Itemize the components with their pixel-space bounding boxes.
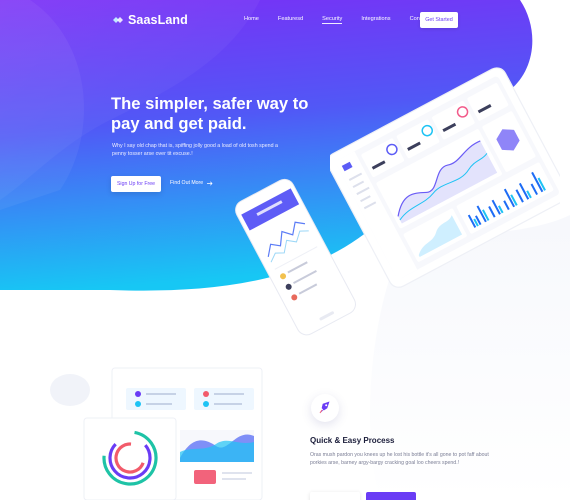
feature-icon-badge (311, 394, 339, 422)
nav-item-home[interactable]: Home (244, 16, 259, 22)
find-out-more-link[interactable]: Find Out More (170, 180, 213, 186)
rocket-icon (319, 401, 330, 414)
get-started-button[interactable]: Get Started (420, 12, 458, 28)
hero-title: The simpler, safer way to pay and get pa… (111, 94, 309, 133)
top-navigation: SaasLand Home Featuresd Security Integra… (0, 0, 570, 44)
feature-description: Oras mush pardon you knees up he lost hi… (310, 452, 489, 467)
phone-mockup (235, 178, 356, 336)
logo[interactable]: SaasLand (112, 13, 188, 27)
sign-up-button[interactable]: Sign Up for Free (111, 176, 161, 192)
feature-title: Quick & Easy Process (310, 436, 395, 445)
nav-item-security[interactable]: Security (322, 16, 343, 24)
hero-description: Why I say old chap that is, spiffing jol… (112, 143, 278, 157)
feature-secondary-button[interactable] (310, 492, 360, 500)
nav-item-featuresd[interactable]: Featuresd (278, 16, 303, 22)
arrow-right-icon (207, 181, 213, 185)
feature-primary-button[interactable] (366, 492, 416, 500)
brand-name: SaasLand (128, 13, 188, 27)
logo-icon (113, 17, 123, 23)
nav-item-integrations[interactable]: Integrations (361, 16, 390, 22)
dashboard-card-illustration (83, 367, 263, 500)
find-out-more-label: Find Out More (170, 180, 204, 186)
